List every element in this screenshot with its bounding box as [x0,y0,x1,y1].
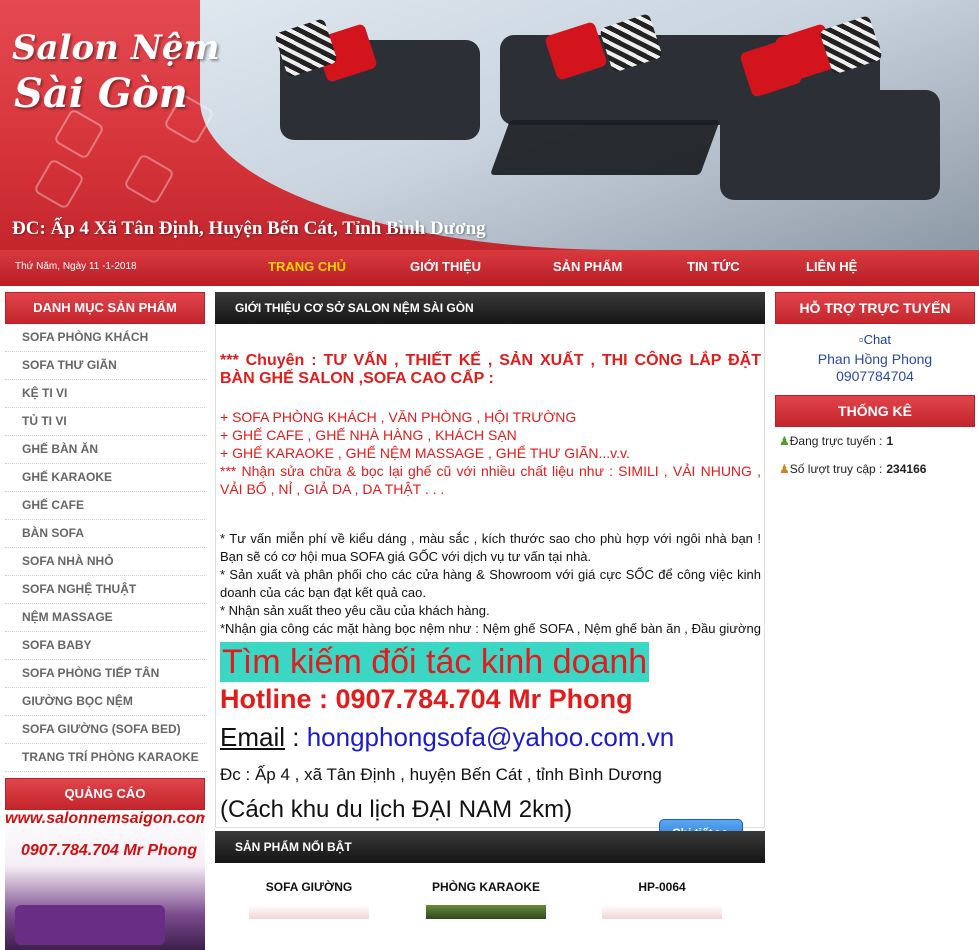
glass-table-shape [489,120,721,175]
category-item[interactable]: GIƯỜNG BỌC NỆM [5,688,205,716]
nav-contact[interactable]: LIÊN HỆ [806,259,857,274]
benefit-line: * Sản xuất và phân phối cho các cửa hàng… [220,567,761,600]
ad-banner[interactable]: www.salonnemsaigon.com 0907.784.704 Mr P… [5,810,205,950]
category-item[interactable]: BÀN SOFA [5,520,205,548]
benefit-line: *Nhận gia công các mặt hàng bọc nệm như … [220,621,761,636]
intro-body: *** Chuyên : TƯ VẤN , THIẾT KẾ , SẢN XUẤ… [215,324,765,848]
contact-phone: 0907784704 [836,368,914,384]
category-item[interactable]: SOFA NHÀ NHỎ [5,548,205,576]
email-label: Email [220,722,286,752]
hexagon-decoration [33,158,85,210]
benefit-line: * Tư vấn miễn phí về kiểu dáng , màu sắc… [220,531,761,564]
nav-home[interactable]: TRANG CHỦ [268,259,346,274]
chat-alt: Chat [863,332,892,347]
top-nav: Thứ Năm, Ngày 11 -1-2018 TRANG CHỦ GIỚI … [0,250,979,286]
nav-products[interactable]: SẢN PHẨM [553,259,622,274]
left-sidebar: DANH MỤC SẢN PHẨM SOFA PHÒNG KHÁCH SOFA … [5,292,205,950]
category-heading: DANH MỤC SẢN PHẨM [5,292,205,324]
ad-website: www.salonnemsaigon.com [5,810,205,827]
online-count: 1 [886,434,894,448]
featured-heading: SẢN PHẨM NỔI BẬT [215,831,765,863]
category-item[interactable]: NỆM MASSAGE [5,604,205,632]
visits-count: 234166 [886,462,927,476]
service-line: + GHẾ KARAOKE , GHẾ NỆM MASSAGE , GHẾ TH… [220,445,630,461]
category-item[interactable]: GHẾ KARAOKE [5,464,205,492]
support-heading: HỖ TRỢ TRỰC TUYẾN [775,292,975,324]
featured-section: SẢN PHẨM NỔI BẬT [215,831,765,863]
chat-icon[interactable]: ▫Chat [775,332,975,347]
product-title[interactable]: SOFA GIƯỜNG [239,880,379,894]
product-image[interactable] [426,905,546,919]
user-icon: ♟ [779,434,790,448]
category-item[interactable]: SOFA THƯ GIÃN [5,352,205,380]
header-address: ĐC: Ấp 4 Xã Tân Định, Huyện Bến Cát, Tỉn… [12,218,486,239]
category-item[interactable]: GHẾ CAFE [5,492,205,520]
service-line: + SOFA PHÒNG KHÁCH , VĂN PHÒNG , HỘI TRƯ… [220,409,577,425]
category-item[interactable]: TỦ TI VI [5,408,205,436]
hexagon-decoration [123,153,175,205]
service-line: + GHẾ CAFE , GHẾ NHÀ HÀNG , KHÁCH SẠN [220,427,517,443]
email-row: Email : hongphongsofa@yahoo.com.vn [220,722,674,753]
online-label: Đang trực tuyến : [789,434,883,448]
contact-name[interactable]: Phan Hồng Phong [775,351,975,368]
current-date: Thứ Năm, Ngày 11 -1-2018 [15,261,137,272]
benefit-line: * Nhận sản xuất theo yêu cầu của khách h… [220,603,490,618]
category-item[interactable]: SOFA PHÒNG KHÁCH [5,324,205,352]
visits-label: Số lượt truy cập : [789,462,883,476]
category-item[interactable]: GHẾ BÀN ĂN [5,436,205,464]
banner-photo [200,0,979,250]
partner-banner: Tìm kiếm đối tác kinh doanh [220,642,650,682]
logo-line1: Salon Nệm [12,28,220,68]
ad-heading: QUẢNG CÁO [5,778,205,810]
main-content: GIỚI THIỆU CƠ SỞ SALON NỆM SÀI GÒN *** C… [215,292,765,848]
support-contact: Phan Hồng Phong 0907784704 [775,351,975,385]
benefit-list: * Tư vấn miễn phí về kiểu dáng , màu sắc… [220,530,761,638]
category-menu: SOFA PHÒNG KHÁCH SOFA THƯ GIÃN KỆ TI VI … [5,324,205,772]
category-item[interactable]: TRANG TRÍ PHÒNG KARAOKE [5,744,205,772]
intro-heading: GIỚI THIỆU CƠ SỞ SALON NỆM SÀI GÒN [215,292,765,324]
ad-sofa-image [15,905,165,945]
service-line: *** Nhận sửa chữa & bọc lại ghế cũ với n… [220,463,761,497]
email-link[interactable]: hongphongsofa@yahoo.com.vn [307,722,675,752]
users-icon: ♟ [779,462,790,476]
sofa-shape [720,90,940,200]
online-stat: ♟Đang trực tuyến :1 [775,427,975,455]
product-image[interactable] [249,905,369,919]
email-separator: : [285,722,307,752]
category-item[interactable]: SOFA GIƯỜNG (SOFA BED) [5,716,205,744]
intro-headline: *** Chuyên : TƯ VẤN , THIẾT KẾ , SẢN XUẤ… [220,352,761,387]
distance-text: (Cách khu du lịch ĐẠI NAM 2km) [220,796,573,823]
hotline-text: Hotline : 0907.784.704 Mr Phong [220,684,633,714]
nav-about[interactable]: GIỚI THIỆU [410,259,481,274]
logo-line2: Sài Gòn [14,70,188,117]
category-item[interactable]: SOFA BABY [5,632,205,660]
category-item[interactable]: SOFA NGHỆ THUẬT [5,576,205,604]
visits-stat: ♟Số lượt truy cập :234166 [775,455,975,483]
stats-heading: THỐNG KÊ [775,395,975,427]
service-list: + SOFA PHÒNG KHÁCH , VĂN PHÒNG , HỘI TRƯ… [220,408,761,498]
nav-news[interactable]: TIN TỨC [687,259,740,274]
product-title[interactable]: PHÒNG KARAOKE [416,880,556,894]
header-banner: Salon Nệm Sài Gòn ĐC: Ấp 4 Xã Tân Định, … [0,0,979,250]
product-image[interactable] [602,905,722,919]
right-sidebar: HỖ TRỢ TRỰC TUYẾN ▫Chat Phan Hồng Phong … [775,292,975,483]
address-text: Đc : Ấp 4 , xã Tân Định , huyện Bến Cát … [220,765,662,784]
category-item[interactable]: SOFA PHÒNG TIẾP TÂN [5,660,205,688]
product-title[interactable]: HP-0064 [592,880,732,894]
ad-phone: 0907.784.704 Mr Phong [21,842,198,859]
category-item[interactable]: KỆ TI VI [5,380,205,408]
ad-box: QUẢNG CÁO www.salonnemsaigon.com 0907.78… [5,778,205,950]
